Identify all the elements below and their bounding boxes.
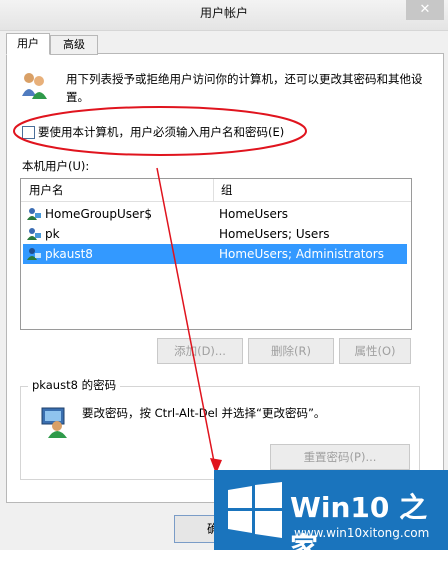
users-list-label: 本机用户(U): <box>22 159 90 173</box>
table-row-selected[interactable]: pkaust8 HomeUsers; Administrators <box>23 244 407 264</box>
user-group: HomeUsers <box>219 207 289 221</box>
watermark: Win10 之家 www.win10xitong.com <box>214 470 448 564</box>
user-icon <box>27 228 41 240</box>
require-login-label[interactable]: 要使用本计算机，用户必须输入用户名和密码(E) <box>38 124 284 140</box>
user-name: pk <box>45 227 60 241</box>
password-instructions: 要改密码，按 Ctrl-Alt-Del 并选择“更改密码”。 <box>82 406 326 420</box>
list-header: 用户名 组 <box>21 179 411 202</box>
user-name: HomeGroupUser$ <box>45 207 152 221</box>
intro-text: 用下列表授予或拒绝用户访问你的计算机，还可以更改其密码和其他设置。 <box>66 72 423 104</box>
user-accounts-window: 用户帐户 ✕ 用户 高级 用下列表授予或拒绝用户访问你的计算机，还可以更改其密码… <box>0 0 448 550</box>
window-title: 用户帐户 <box>199 6 248 20</box>
table-row[interactable]: HomeGroupUser$ HomeUsers <box>23 204 407 224</box>
tab-advanced[interactable]: 高级 <box>50 35 98 55</box>
table-row[interactable]: pk HomeUsers; Users <box>23 224 407 244</box>
require-login-checkbox[interactable] <box>22 126 35 139</box>
user-group: HomeUsers; Administrators <box>219 247 384 261</box>
add-user-button[interactable]: 添加(D)... <box>157 338 243 364</box>
title-bar: 用户帐户 ✕ <box>0 0 448 31</box>
remove-user-button[interactable]: 删除(R) <box>248 338 334 364</box>
password-user-icon <box>41 407 67 438</box>
column-username[interactable]: 用户名 <box>29 179 64 201</box>
close-button[interactable]: ✕ <box>406 0 444 20</box>
users-icon <box>22 73 47 99</box>
user-group: HomeUsers; Users <box>219 227 330 241</box>
user-icon <box>27 208 41 220</box>
properties-button[interactable]: 属性(O) <box>339 338 411 364</box>
password-group-title: pkaust8 的密码 <box>28 377 121 393</box>
users-list[interactable]: 用户名 组 HomeGroupUser$ HomeUsers pk HomeUs… <box>20 178 412 330</box>
column-group[interactable]: 组 <box>221 179 233 201</box>
tab-users[interactable]: 用户 <box>6 33 50 55</box>
user-icon <box>27 248 41 260</box>
reset-password-button[interactable]: 重置密码(P)... <box>270 444 410 470</box>
user-name: pkaust8 <box>45 247 93 261</box>
windows-logo-icon <box>228 482 282 538</box>
watermark-url: www.win10xitong.com <box>294 526 430 540</box>
close-icon: ✕ <box>419 2 431 17</box>
column-divider[interactable] <box>213 179 214 201</box>
